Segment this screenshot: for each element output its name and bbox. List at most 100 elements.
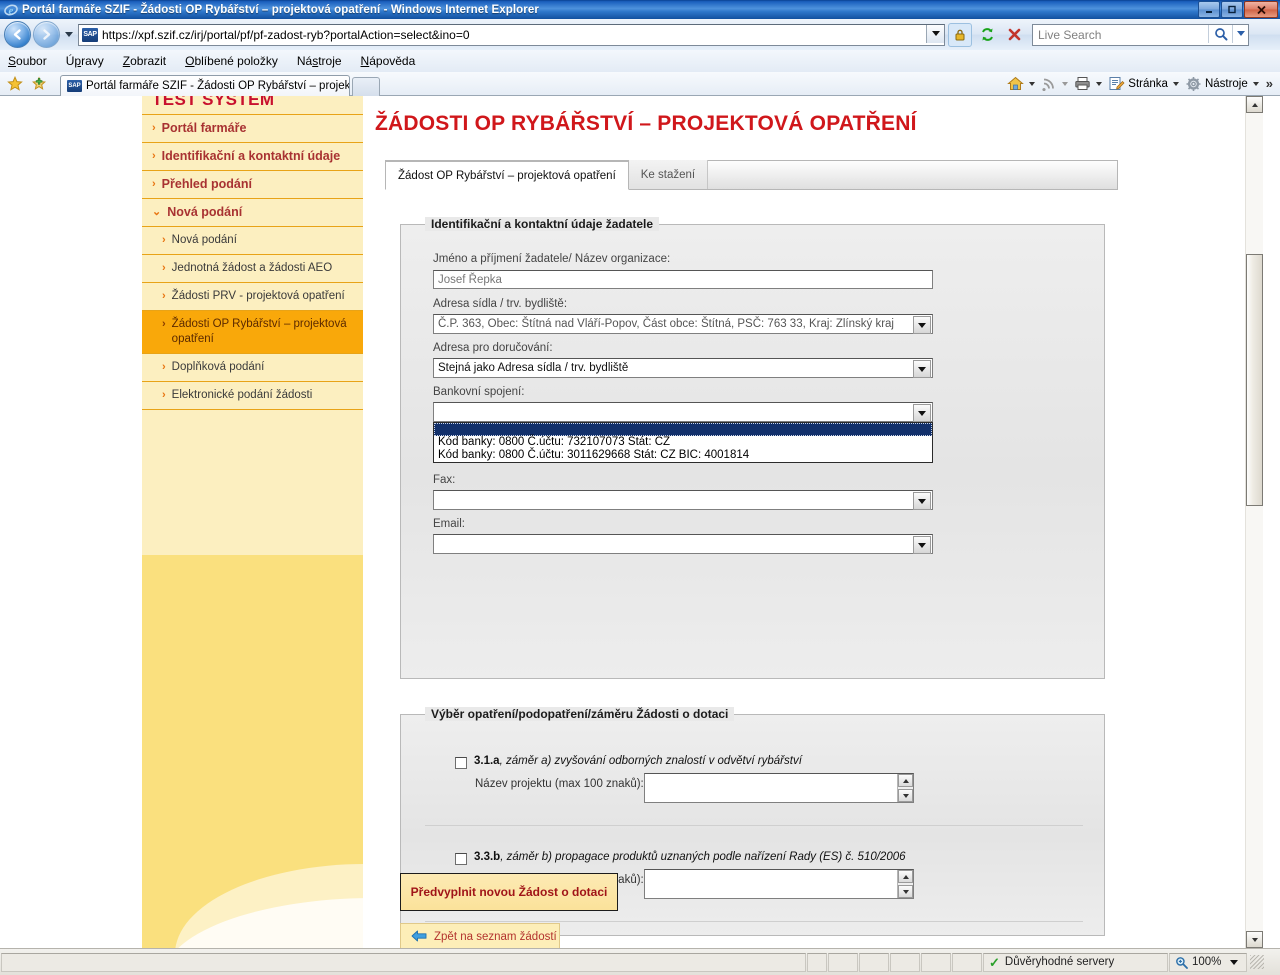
- textarea-scrollbar-3-3-b[interactable]: [897, 870, 913, 898]
- fax-label: Fax:: [433, 474, 456, 486]
- favorites-center-icon[interactable]: [6, 75, 24, 93]
- print-chevron-down-icon[interactable]: [1096, 81, 1103, 86]
- menu-item-napoveda[interactable]: Nápověda: [361, 54, 416, 68]
- sidebar-item-doplnkova-podani[interactable]: › Doplňková podání: [142, 353, 363, 381]
- close-button[interactable]: [1244, 1, 1278, 18]
- sidebar-item-jednotna-zadost-aeo[interactable]: › Jednotná žádost a žádosti AEO: [142, 254, 363, 282]
- window-title-bar: e Portál farmáře SZIF - Žádosti OP Rybář…: [0, 0, 1280, 19]
- scrollbar-up-button[interactable]: [1246, 96, 1263, 113]
- delivery-address-chevron-down-icon[interactable]: [913, 360, 931, 378]
- feeds-button[interactable]: [1039, 76, 1070, 91]
- bank-option-2[interactable]: Kód banky: 0800 Č.účtu: 3011629668 Stát:…: [434, 449, 932, 462]
- sidebar-item-identifikacni-udaje[interactable]: › Identifikační a kontaktní údaje: [142, 142, 363, 170]
- address-url-text: https://xpf.szif.cz/irj/portal/pf/pf-zad…: [102, 27, 470, 42]
- sidebar-item-zadosti-op-rybarstvi[interactable]: › Žádosti OP Rybářství – projektová opat…: [142, 310, 363, 353]
- page-menu-button[interactable]: Stránka: [1106, 76, 1181, 91]
- refresh-button[interactable]: [975, 23, 999, 47]
- scrollbar-down-button[interactable]: [1246, 931, 1263, 948]
- textarea-scrollbar-3-1-a[interactable]: [897, 774, 913, 802]
- zoom-level-cell[interactable]: 100%: [1169, 952, 1247, 972]
- tools-menu-button[interactable]: Nástroje: [1183, 76, 1261, 92]
- chevron-right-icon: ›: [162, 318, 166, 330]
- fax-chevron-down-icon[interactable]: [913, 492, 931, 510]
- feeds-chevron-down-icon[interactable]: [1062, 81, 1069, 86]
- chevron-right-icon: ›: [162, 361, 166, 373]
- measure-checkbox-3-1-a[interactable]: [455, 757, 467, 769]
- menu-item-oblibene-polozky[interactable]: Oblíbené položky: [185, 54, 278, 68]
- bank-connection-select[interactable]: [433, 402, 933, 422]
- measures-separator: [425, 825, 1083, 826]
- zoom-chevron-down-icon[interactable]: [1230, 956, 1239, 968]
- browser-tab-active[interactable]: SAP Portál farmáře SZIF - Žádosti OP Ryb…: [60, 74, 350, 96]
- search-icon[interactable]: [1208, 24, 1232, 43]
- window-title-text: Portál farmáře SZIF - Žádosti OP Rybářst…: [22, 3, 539, 16]
- menu-item-nastroje[interactable]: Nástroje: [297, 54, 342, 68]
- scroll-down-icon[interactable]: [898, 885, 913, 898]
- add-to-favorites-icon[interactable]: [30, 75, 48, 93]
- bank-connection-dropdown-list[interactable]: Kód banky: 0800 Č.účtu: 732107073 Stát: …: [433, 422, 933, 463]
- bank-connection-chevron-down-icon[interactable]: [913, 404, 931, 422]
- fax-select[interactable]: [433, 490, 933, 510]
- security-lock-icon[interactable]: [948, 22, 972, 47]
- tools-chevron-down-icon[interactable]: [1252, 81, 1259, 86]
- applicant-name-label: Jméno a příjmení žadatele/ Název organiz…: [433, 253, 671, 265]
- page-vertical-scrollbar[interactable]: [1245, 96, 1263, 948]
- print-button[interactable]: [1072, 76, 1104, 91]
- favorites-and-tab-bar: SAP Portál farmáře SZIF - Žádosti OP Ryb…: [0, 72, 1280, 96]
- prefill-new-application-button[interactable]: Předvyplnit novou Žádost o dotaci: [400, 873, 618, 911]
- home-button[interactable]: [1005, 76, 1037, 91]
- sidebar-item-prehled-podani[interactable]: › Přehled podání: [142, 170, 363, 198]
- scroll-up-icon[interactable]: [898, 774, 913, 787]
- status-spacer-6: [952, 952, 982, 972]
- back-button[interactable]: [4, 21, 31, 48]
- menu-item-soubor[interactable]: Soubor: [8, 54, 47, 68]
- scrollbar-thumb[interactable]: [1246, 254, 1263, 506]
- project-name-textarea-3-3-b[interactable]: [644, 869, 914, 899]
- status-spacer-1: [807, 952, 827, 972]
- recent-pages-chevron-icon[interactable]: [65, 32, 73, 37]
- sidebar-item-label: Portál farmáře: [161, 121, 247, 135]
- email-select[interactable]: [433, 534, 933, 554]
- menu-item-zobrazit[interactable]: Zobrazit: [123, 54, 166, 68]
- project-name-textarea-3-1-a[interactable]: [644, 773, 914, 803]
- sidebar-item-elektronicke-podani[interactable]: › Elektronické podání žádosti: [142, 381, 363, 409]
- sidebar-item-nova-podani[interactable]: › Nová podání: [142, 226, 363, 254]
- bank-option-empty[interactable]: [434, 423, 932, 436]
- measures-panel-legend: Výběr opatření/podopatření/záměru Žádost…: [425, 707, 735, 721]
- security-zone-cell[interactable]: ✓ Důvěryhodné servery: [983, 952, 1168, 972]
- back-to-applications-list-button[interactable]: Zpět na seznam žádostí: [400, 923, 560, 948]
- measure-checkbox-3-3-b[interactable]: [455, 853, 467, 865]
- email-chevron-down-icon[interactable]: [913, 536, 931, 554]
- back-button-label: Zpět na seznam žádostí: [434, 931, 557, 943]
- bank-option-1[interactable]: Kód banky: 0800 Č.účtu: 732107073 Stát: …: [434, 436, 932, 449]
- scroll-down-icon[interactable]: [898, 789, 913, 802]
- minimize-button[interactable]: [1198, 1, 1220, 18]
- search-box[interactable]: Live Search: [1032, 23, 1249, 46]
- residence-address-chevron-down-icon[interactable]: [913, 316, 931, 334]
- stop-button[interactable]: [1002, 23, 1026, 47]
- applicant-name-input[interactable]: Josef Řepka: [433, 270, 933, 289]
- sidebar-item-nova-podani-group[interactable]: ⌄ Nová podání: [142, 198, 363, 226]
- page-chevron-down-icon[interactable]: [1172, 81, 1179, 86]
- new-tab-button[interactable]: [352, 76, 380, 96]
- tab-ke-stazeni[interactable]: Ke stažení: [628, 160, 709, 189]
- resize-grip[interactable]: [1250, 955, 1264, 969]
- measure-desc-3-3-b: , záměr b) propagace produktů uznaných p…: [500, 851, 906, 863]
- sidebar-item-portal-farmare[interactable]: › Portál farmáře: [142, 114, 363, 142]
- address-dropdown-icon[interactable]: [926, 24, 944, 43]
- home-chevron-down-icon[interactable]: [1029, 81, 1036, 86]
- command-overflow-icon[interactable]: »: [1263, 76, 1276, 91]
- scroll-up-icon[interactable]: [898, 870, 913, 883]
- residence-address-select[interactable]: Č.P. 363, Obec: Štítná nad Vláří-Popov, …: [433, 314, 933, 334]
- trusted-check-icon: ✓: [989, 954, 1000, 970]
- security-zone-label: Důvěryhodné servery: [1004, 956, 1115, 968]
- address-bar[interactable]: SAP https://xpf.szif.cz/irj/portal/pf/pf…: [78, 23, 945, 46]
- menu-item-upravy[interactable]: Úpravy: [66, 54, 104, 68]
- delivery-address-select[interactable]: Stejná jako Adresa sídla / trv. bydliště: [433, 358, 933, 378]
- forward-button[interactable]: [33, 21, 60, 48]
- page-title: ŽÁDOSTI OP RYBÁŘSTVÍ – PROJEKTOVÁ OPATŘE…: [375, 112, 917, 135]
- search-provider-chevron-icon[interactable]: [1232, 24, 1248, 43]
- maximize-button[interactable]: [1221, 1, 1243, 18]
- tab-zadost-op-rybarstvi[interactable]: Žádost OP Rybářství – projektová opatřen…: [385, 161, 629, 190]
- sidebar-item-zadosti-prv[interactable]: › Žádosti PRV - projektová opatření: [142, 282, 363, 310]
